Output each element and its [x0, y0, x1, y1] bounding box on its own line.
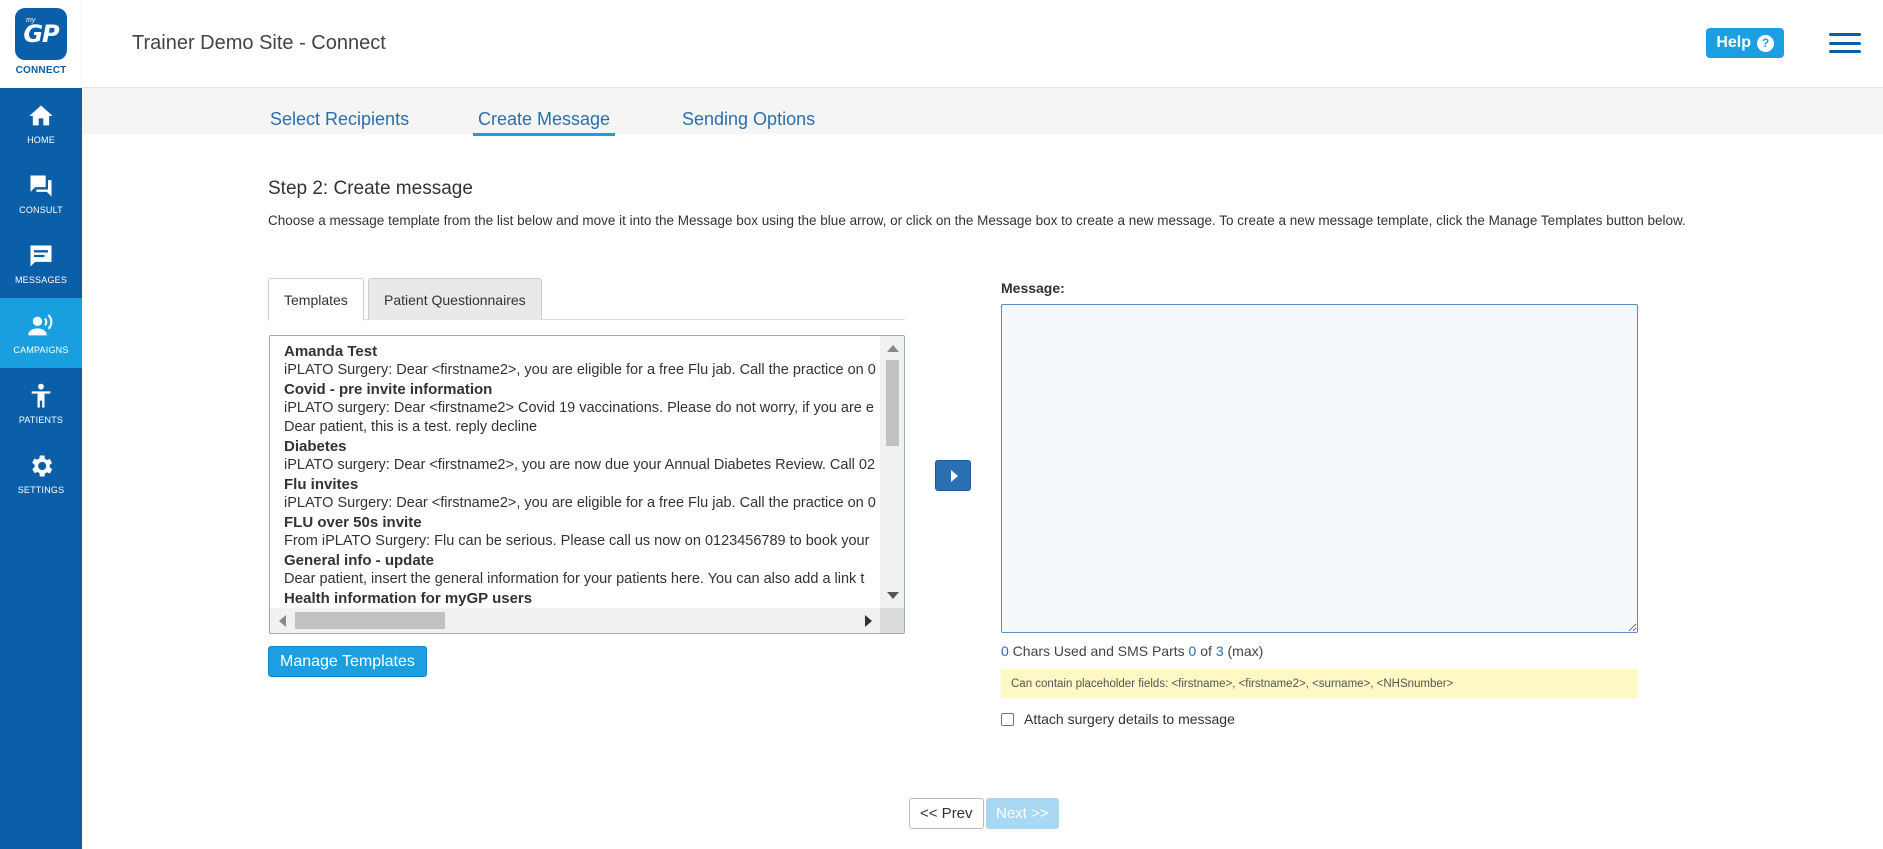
parts-max: 3 [1215, 643, 1224, 659]
placeholder-note: Can contain placeholder fields: <firstna… [1001, 669, 1638, 698]
sidebar-item-label: SETTINGS [17, 484, 65, 495]
question-icon: ? [1757, 34, 1774, 52]
scroll-up-icon[interactable] [887, 345, 899, 352]
gear-icon [32, 455, 53, 476]
arrow-right-icon [950, 469, 958, 482]
sidebar-item-settings[interactable]: SETTINGS [0, 438, 82, 508]
step-tabs: Select Recipients Create Message Sending… [82, 89, 1883, 136]
chars-counter: 0 Chars Used and SMS Parts 0 of 3 (max) [1001, 643, 1263, 659]
template-item[interactable]: iPLATO Surgery: Dear <firstname2>, you a… [284, 494, 881, 513]
template-item[interactable]: iPLATO surgery: Dear <firstname2>, you a… [284, 456, 881, 475]
tab-create-message[interactable]: Create Message [473, 109, 616, 136]
logo-area[interactable]: my GP CONNECT [0, 0, 82, 88]
hamburger-menu-icon[interactable] [1829, 33, 1861, 53]
logo-subtitle: CONNECT [15, 65, 67, 76]
sidebar-item-label: CAMPAIGNS [13, 344, 69, 355]
tab-select-recipients[interactable]: Select Recipients [265, 109, 414, 133]
template-group-header: Amanda Test [284, 343, 378, 360]
message-label: Message: [1001, 280, 1065, 296]
template-group-header: FLU over 50s invite [284, 514, 422, 531]
attach-surgery-details[interactable]: Attach surgery details to message [1001, 711, 1235, 727]
template-item[interactable]: Dear patient, insert the general informa… [284, 570, 881, 589]
tab-sending-options[interactable]: Sending Options [677, 109, 820, 133]
parts-suffix: (max) [1223, 643, 1264, 659]
tab-patient-questionnaires[interactable]: Patient Questionnaires [368, 278, 542, 320]
sidebar-item-campaigns[interactable]: CAMPAIGNS [0, 298, 82, 368]
template-group-header: General info - update [284, 552, 435, 569]
next-button[interactable]: Next >> [986, 798, 1059, 829]
vertical-scrollbar[interactable] [880, 336, 904, 609]
chars-text: Chars Used and SMS Parts [1008, 643, 1189, 659]
template-group-header: Diabetes [284, 438, 347, 455]
mygp-logo: my GP [15, 8, 67, 60]
template-group-header: Health information for myGP users [284, 590, 533, 607]
scroll-down-icon[interactable] [887, 592, 899, 599]
home-icon [29, 105, 53, 125]
sidebar: my GP CONNECT HOME CONSULT MESSAGES CAMP… [0, 0, 82, 849]
scrollbar-corner [880, 608, 904, 633]
help-button[interactable]: Help ? [1706, 28, 1784, 58]
template-item[interactable]: From iPLATO Surgery: Flu can be serious.… [284, 532, 881, 551]
move-to-message-button[interactable] [935, 460, 971, 491]
patients-icon [31, 383, 51, 408]
page-title: Trainer Demo Site - Connect [132, 32, 386, 54]
prev-button[interactable]: << Prev [909, 798, 984, 829]
sidebar-item-patients[interactable]: PATIENTS [0, 368, 82, 438]
horizontal-scrollbar[interactable] [270, 608, 881, 633]
sidebar-item-label: HOME [27, 134, 55, 145]
sidebar-item-label: PATIENTS [18, 414, 64, 425]
sidebar-item-consult[interactable]: CONSULT [0, 158, 82, 228]
template-group-header: Covid - pre invite information [284, 381, 493, 398]
message-textarea[interactable] [1001, 304, 1638, 633]
manage-templates-button[interactable]: Manage Templates [268, 646, 427, 677]
attach-checkbox[interactable] [1001, 712, 1014, 726]
messages-icon [30, 245, 52, 266]
scroll-right-icon[interactable] [865, 615, 872, 627]
template-item[interactable]: Dear patient, this is a test. reply decl… [284, 418, 881, 437]
consult-icon [30, 175, 52, 196]
scroll-thumb[interactable] [295, 612, 445, 629]
step-description: Choose a message template from the list … [268, 213, 1686, 228]
sidebar-item-messages[interactable]: MESSAGES [0, 228, 82, 298]
sidebar-item-label: MESSAGES [14, 274, 68, 285]
scroll-thumb[interactable] [886, 360, 899, 446]
logo-prefix: my [26, 17, 36, 24]
template-item[interactable]: iPLATO surgery: Dear <firstname2> Covid … [284, 399, 881, 418]
step-title: Step 2: Create message [268, 178, 473, 199]
sidebar-item-home[interactable]: HOME [0, 88, 82, 158]
sidebar-item-label: CONSULT [19, 204, 63, 215]
attach-label: Attach surgery details to message [1024, 711, 1235, 727]
logo-brand: GP [23, 20, 59, 48]
template-list-content[interactable]: Amanda Test iPLATO Surgery: Dear <firstna… [270, 336, 881, 609]
top-header: Trainer Demo Site - Connect Help ? [82, 0, 1883, 88]
help-label: Help [1716, 34, 1751, 51]
template-list[interactable]: Amanda Test iPLATO Surgery: Dear <firstna… [269, 335, 905, 634]
scroll-left-icon[interactable] [279, 615, 286, 627]
parts-of: of [1196, 643, 1216, 659]
campaigns-icon [28, 313, 53, 335]
template-item[interactable]: iPLATO Surgery: Dear <firstname2>, you a… [284, 361, 881, 380]
template-tabs: Templates Patient Questionnaires [268, 278, 905, 321]
chars-used: 0 [1001, 643, 1009, 659]
tab-templates[interactable]: Templates [268, 278, 364, 321]
template-group-header: Flu invites [284, 476, 359, 493]
